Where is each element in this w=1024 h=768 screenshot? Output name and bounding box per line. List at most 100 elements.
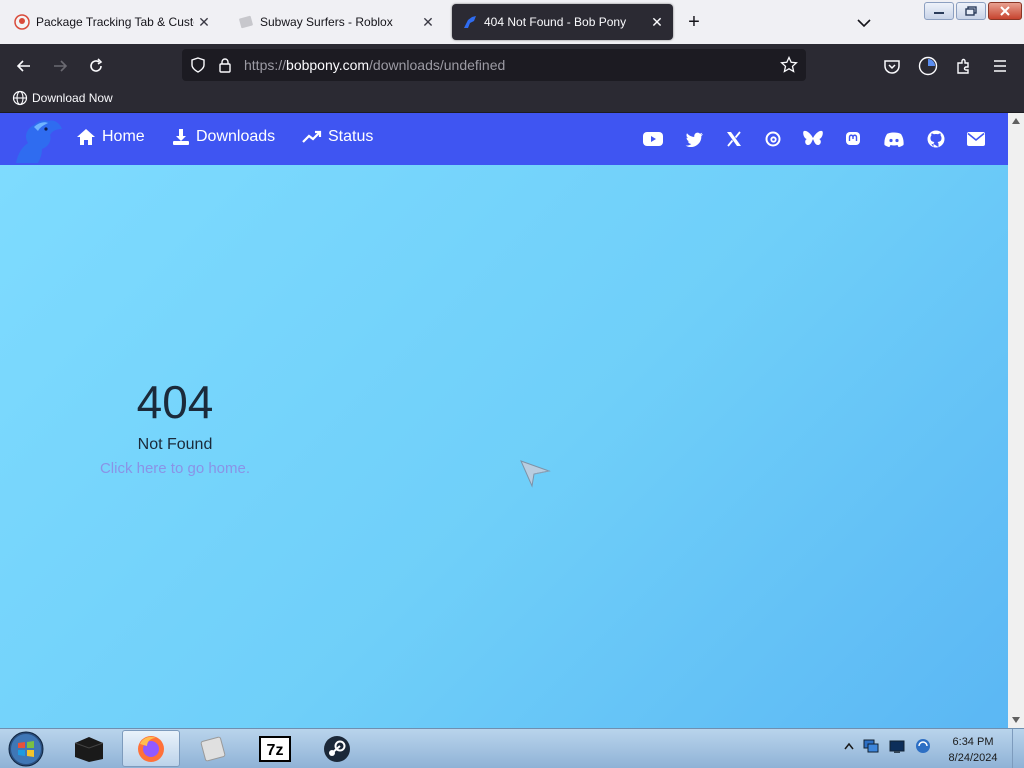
taskbar-terminal[interactable] (60, 730, 118, 767)
go-home-link[interactable]: Click here to go home. (92, 460, 258, 477)
extensions-button[interactable] (950, 52, 978, 80)
window-controls (924, 2, 1022, 20)
tab-package-tracking[interactable]: Package Tracking Tab & Custom ✕ (4, 4, 220, 40)
site-navbar: Home Downloads Status (0, 113, 1008, 165)
mastodon-icon (846, 132, 860, 145)
taskbar: 7z 6:34 PM 8/24/2024 (0, 728, 1024, 768)
clock-time: 6:34 PM (952, 736, 994, 748)
scroll-up-button[interactable] (1008, 113, 1024, 129)
url-path: /downloads/undefined (369, 57, 506, 73)
roblox-favicon (239, 15, 253, 29)
close-tab-icon[interactable]: ✕ (647, 12, 667, 32)
bookmarks-toolbar: Download Now (0, 86, 1024, 112)
github-icon (927, 130, 945, 148)
pocket-button[interactable] (878, 52, 906, 80)
chevron-down-icon (857, 19, 871, 28)
x-icon (727, 131, 741, 147)
bluesky-icon (803, 130, 823, 145)
nav-home[interactable]: Home (76, 128, 145, 146)
twitter-link[interactable] (684, 130, 704, 148)
email-link[interactable] (966, 130, 986, 148)
steam-icon (324, 735, 350, 762)
restore-icon (965, 6, 977, 16)
home-icon (77, 129, 95, 145)
update-tray-icon[interactable] (914, 737, 932, 755)
navigation-toolbar: https://bobpony.com/downloads/undefined (0, 44, 1024, 86)
bookmark-download-now[interactable]: Download Now (12, 90, 113, 106)
threads-link[interactable] (763, 130, 783, 148)
clock-date: 8/24/2024 (948, 752, 998, 764)
error-message: Not Found (137, 436, 213, 453)
twitter-icon (685, 132, 703, 147)
threads-icon (765, 131, 781, 147)
svg-text:7z: 7z (267, 742, 284, 759)
taskbar-steam[interactable] (308, 730, 366, 767)
url-domain: bobpony.com (286, 57, 370, 73)
hamburger-menu-icon (994, 60, 1006, 72)
error-code: 404 (136, 376, 214, 428)
taskbar-roblox[interactable] (184, 730, 242, 767)
download-icon (173, 129, 189, 145)
trending-up-icon (302, 130, 322, 143)
roblox-icon (200, 736, 226, 761)
puzzle-icon (957, 58, 969, 74)
close-icon (1000, 6, 1010, 16)
minimize-button[interactable] (924, 2, 954, 20)
nav-downloads[interactable]: Downloads (172, 128, 275, 146)
back-button[interactable] (10, 52, 38, 80)
nav-home-label: Home (102, 128, 145, 145)
shield-icon[interactable] (190, 57, 206, 73)
reload-button[interactable] (82, 52, 110, 80)
youtube-icon (643, 132, 663, 146)
firefox-icon (138, 735, 164, 762)
x-link[interactable] (724, 130, 744, 148)
package-tracking-favicon (14, 14, 30, 30)
list-all-tabs-button[interactable] (852, 12, 876, 34)
taskbar-clock[interactable]: 6:34 PM 8/24/2024 (940, 734, 1006, 766)
new-tab-button[interactable]: + (682, 12, 706, 34)
paper-plane-cursor-icon (520, 460, 551, 488)
reload-icon (90, 58, 103, 72)
account-button[interactable] (914, 52, 942, 80)
lock-icon[interactable] (218, 57, 232, 73)
taskbar-firefox[interactable] (122, 730, 180, 767)
nav-downloads-label: Downloads (196, 128, 276, 145)
close-tab-icon[interactable]: ✕ (418, 12, 438, 32)
start-button[interactable] (6, 730, 46, 768)
page-scrollbar[interactable] (1008, 113, 1024, 728)
pocket-icon (884, 60, 900, 74)
taskbar-7zip[interactable]: 7z (246, 730, 304, 767)
bookmark-label: Download Now (32, 91, 113, 105)
url-scheme: https:// (244, 57, 287, 73)
tab-strip: Package Tracking Tab & Custom ✕ Subway S… (0, 0, 1024, 44)
system-tray (844, 737, 932, 755)
scroll-down-button[interactable] (1008, 712, 1024, 728)
mastodon-link[interactable] (843, 130, 863, 148)
nav-status[interactable]: Status (302, 128, 373, 146)
close-tab-icon[interactable]: ✕ (194, 12, 214, 32)
show-hidden-icons-icon[interactable] (844, 742, 854, 750)
7zip-icon: 7z (259, 735, 291, 762)
youtube-link[interactable] (643, 130, 663, 148)
discord-link[interactable] (884, 130, 904, 148)
globe-icon (12, 90, 28, 106)
show-desktop-button[interactable] (1012, 729, 1024, 768)
bob-pony-logo[interactable] (12, 117, 64, 165)
forward-button[interactable] (46, 52, 74, 80)
tab-label: Package Tracking Tab & Custom (36, 15, 194, 29)
network-tray-icon[interactable] (862, 737, 880, 755)
display-tray-icon[interactable] (888, 737, 906, 755)
app-menu-button[interactable] (986, 52, 1014, 80)
restore-button[interactable] (956, 2, 986, 20)
star-icon[interactable] (780, 56, 798, 74)
tab-404-bob-pony[interactable]: 404 Not Found - Bob Pony ✕ (452, 4, 673, 40)
account-icon (918, 56, 938, 76)
close-window-button[interactable] (988, 2, 1022, 20)
bluesky-link[interactable] (803, 130, 823, 148)
nav-status-label: Status (328, 128, 374, 145)
tab-subway-surfers[interactable]: Subway Surfers - Roblox ✕ (228, 4, 444, 40)
address-bar[interactable]: https://bobpony.com/downloads/undefined (182, 49, 806, 81)
github-link[interactable] (926, 130, 946, 148)
web-page: Home Downloads Status 404 Not Found Clic… (0, 113, 1008, 728)
tab-label: Subway Surfers - Roblox (260, 15, 393, 29)
